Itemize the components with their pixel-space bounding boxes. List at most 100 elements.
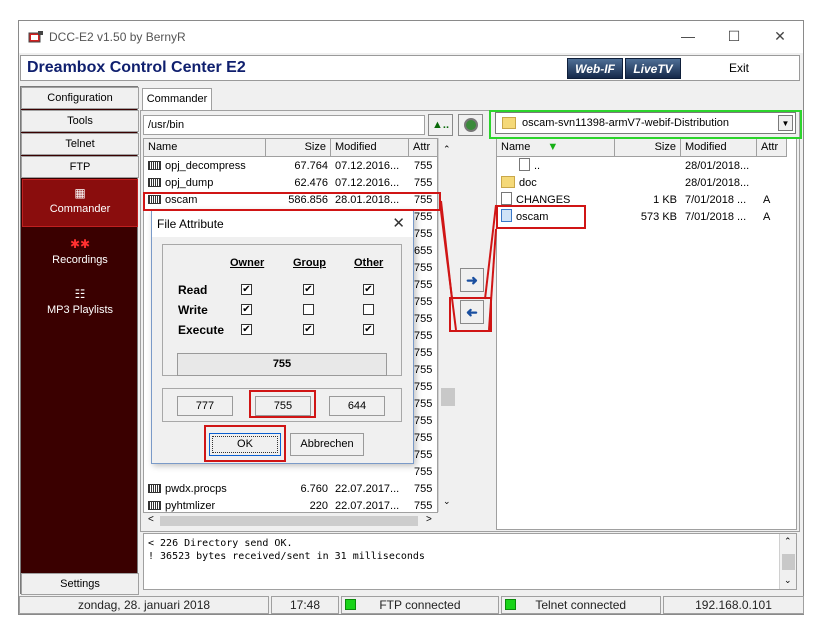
owner-header: Owner — [230, 257, 265, 269]
scroll-thumb[interactable] — [441, 388, 455, 406]
close-button[interactable]: ✕ — [757, 21, 803, 51]
scroll-up-icon[interactable]: ⌃ — [443, 144, 451, 155]
row-name: opj_dump — [148, 175, 266, 191]
dropdown-arrow-icon[interactable]: ▼ — [778, 115, 793, 131]
preset-755-button[interactable]: 755 — [255, 396, 311, 416]
parent-dir-button[interactable]: ▲.. — [428, 114, 453, 136]
right-col-modified[interactable]: Modified — [681, 139, 757, 157]
scroll-down-icon[interactable]: ⌄ — [784, 574, 792, 587]
status-telnet-label: Telnet connected — [535, 598, 627, 612]
preset-777-button[interactable]: 777 — [177, 396, 233, 416]
right-col-name-label: Name — [501, 141, 531, 153]
row-size: 573 KB — [640, 211, 677, 223]
row-size: 1 KB — [653, 194, 677, 206]
folder-icon — [501, 176, 515, 188]
row-attr: 755 — [414, 432, 433, 444]
scroll-up-icon[interactable]: ⌃ — [784, 535, 792, 548]
log-scrollbar[interactable]: ⌃ ⌄ — [779, 534, 796, 589]
row-name-text: doc — [519, 177, 537, 189]
maximize-button[interactable]: ☐ — [711, 21, 757, 51]
table-row[interactable]: 755 — [144, 464, 437, 481]
cancel-button[interactable]: Abbrechen — [290, 433, 364, 456]
scroll-right-icon[interactable]: > — [426, 514, 432, 525]
right-col-attr[interactable]: Attr — [757, 139, 787, 157]
row-name-text: opj_decompress — [165, 160, 246, 172]
hscroll-thumb[interactable] — [160, 516, 418, 526]
status-telnet: Telnet connected — [501, 596, 661, 614]
webif-button[interactable]: Web-IF — [567, 58, 623, 79]
scroll-down-icon[interactable]: ⌄ — [443, 496, 451, 507]
log-scroll-thumb[interactable] — [782, 554, 795, 570]
nav-ftp[interactable]: FTP — [21, 156, 139, 178]
table-row[interactable]: opj_decompress 67.764 07.12.2016... 755 — [144, 158, 437, 175]
left-vertical-scrollbar[interactable]: ⌃ ⌄ — [438, 138, 456, 512]
scroll-left-icon[interactable]: < — [148, 514, 154, 525]
file-icon — [501, 192, 512, 205]
group-header: Group — [293, 257, 326, 269]
right-col-size[interactable]: Size — [615, 139, 681, 157]
left-path-field[interactable]: /usr/bin — [143, 115, 425, 135]
left-horizontal-scrollbar[interactable]: < > — [143, 513, 438, 529]
other-read-checkbox[interactable]: ✔ — [363, 284, 374, 295]
group-read-checkbox[interactable]: ✔ — [303, 284, 314, 295]
log-panel: < 226 Directory send OK. ! 36523 bytes r… — [143, 533, 797, 590]
nav-telnet[interactable]: Telnet — [21, 133, 139, 155]
table-row[interactable]: pwdx.procps 6.760 22.07.2017... 755 — [144, 481, 437, 498]
left-col-size[interactable]: Size — [266, 139, 331, 157]
row-attr: 755 — [414, 160, 433, 172]
table-row[interactable]: oscam 573 KB 7/01/2018 ... A — [497, 209, 796, 226]
row-attr: 655 — [414, 245, 433, 257]
row-attr: 755 — [414, 330, 433, 342]
nav-recordings[interactable]: ✱✱ Recordings — [21, 237, 139, 266]
owner-read-checkbox[interactable]: ✔ — [241, 284, 252, 295]
table-row[interactable]: oscam 586.856 28.01.2018... 755 — [144, 192, 437, 209]
title-bar: DCC-E2 v1.50 by BernyR — ☐ ✕ — [19, 21, 803, 53]
refresh-button[interactable] — [458, 114, 483, 136]
group-write-checkbox[interactable] — [303, 304, 314, 315]
status-ftp: FTP connected — [341, 596, 499, 614]
right-col-name[interactable]: Name ▼ — [497, 139, 615, 157]
row-name-text: pyhtmlizer — [165, 500, 216, 512]
copy-to-left-button[interactable]: ➜ — [460, 300, 484, 324]
other-write-checkbox[interactable] — [363, 304, 374, 315]
copy-to-right-button[interactable]: ➜ — [460, 268, 484, 292]
exit-button[interactable]: Exit — [679, 57, 799, 80]
left-col-name[interactable]: Name — [144, 139, 266, 157]
table-row[interactable]: CHANGES 1 KB 7/01/2018 ... A — [497, 192, 796, 209]
minimize-button[interactable]: — — [665, 21, 711, 51]
table-row[interactable]: pyhtmlizer 220 22.07.2017... 755 — [144, 498, 437, 512]
nav-settings[interactable]: Settings — [21, 573, 139, 595]
permission-value-button[interactable]: 755 — [177, 353, 387, 376]
row-attr: 755 — [414, 177, 433, 189]
owner-execute-checkbox[interactable]: ✔ — [241, 324, 252, 335]
arrow-left-icon: ➜ — [466, 304, 478, 320]
right-file-list: Name ▼ Size Modified Attr .. 28/01/2018..… — [496, 138, 797, 530]
left-col-modified[interactable]: Modified — [331, 139, 409, 157]
preset-644-button[interactable]: 644 — [329, 396, 385, 416]
nav-tools[interactable]: Tools — [21, 110, 139, 132]
row-name: oscam — [501, 209, 613, 225]
log-line: ! 36523 bytes received/sent in 31 millis… — [148, 551, 425, 562]
ok-button[interactable]: OK — [209, 433, 281, 456]
other-execute-checkbox[interactable]: ✔ — [363, 324, 374, 335]
row-size: 220 — [309, 500, 328, 512]
table-row[interactable]: opj_dump 62.476 07.12.2016... 755 — [144, 175, 437, 192]
tab-commander[interactable]: Commander — [142, 88, 212, 110]
nav-mp3-playlists[interactable]: ☷ MP3 Playlists — [21, 287, 139, 316]
preset-group: 777 755 644 — [162, 388, 402, 422]
owner-write-checkbox[interactable]: ✔ — [241, 304, 252, 315]
dialog-close-button[interactable]: ✕ — [392, 214, 405, 232]
table-row[interactable]: doc 28/01/2018... — [497, 175, 796, 192]
row-attr: 755 — [414, 466, 433, 478]
table-row[interactable]: .. 28/01/2018... — [497, 158, 796, 175]
right-path-combo[interactable]: oscam-svn11398-armV7-webif-Distribution … — [495, 112, 796, 134]
livetv-button[interactable]: LiveTV — [625, 58, 681, 79]
row-attr: 755 — [414, 296, 433, 308]
file-icon — [148, 161, 161, 170]
group-execute-checkbox[interactable]: ✔ — [303, 324, 314, 335]
nav-commander[interactable]: ▦ Commander — [22, 179, 138, 227]
left-col-attr[interactable]: Attr — [409, 139, 437, 157]
nav-configuration[interactable]: Configuration — [21, 87, 139, 109]
row-attr: 755 — [414, 262, 433, 274]
row-name: doc — [501, 175, 613, 191]
